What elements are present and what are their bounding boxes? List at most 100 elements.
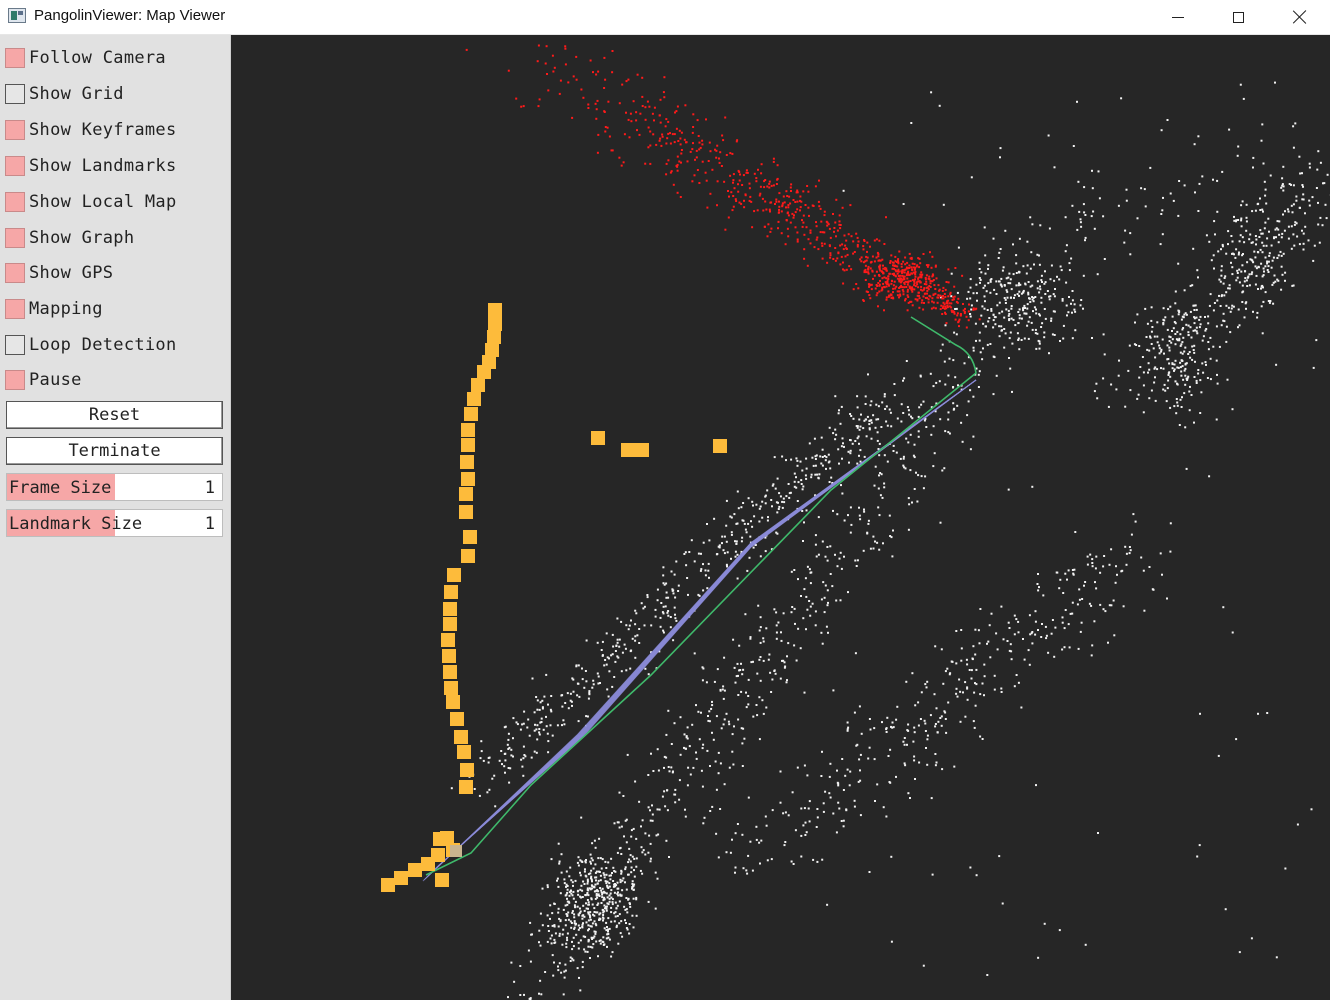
local-map-point (676, 169, 679, 172)
landmark-point (1253, 250, 1256, 253)
landmark-point (1169, 305, 1172, 308)
checkbox-show-grid[interactable]: Show Grid (5, 82, 124, 106)
landmark-point (804, 577, 807, 580)
landmark-point (595, 876, 598, 879)
minimize-button[interactable] (1148, 0, 1208, 34)
local-map-point (911, 262, 914, 265)
checkbox-mapping[interactable]: Mapping (5, 297, 103, 321)
checkbox-loop-detection[interactable]: Loop Detection (5, 333, 177, 357)
landmark-point (965, 658, 968, 661)
landmark-point (591, 880, 593, 883)
landmark-point (814, 458, 817, 460)
landmark-point (488, 788, 491, 791)
landmark-point (806, 608, 809, 611)
landmark-point (563, 976, 566, 979)
landmark-point (1220, 269, 1223, 272)
landmark-point (1321, 224, 1324, 227)
landmark-point (553, 925, 556, 928)
terminate-button[interactable]: Terminate (6, 437, 223, 465)
checkbox-box[interactable] (5, 370, 25, 390)
checkbox-show-local-map[interactable]: Show Local Map (5, 190, 177, 214)
landmark-point (647, 806, 650, 809)
reset-button[interactable]: Reset (6, 401, 223, 429)
landmark-point (545, 715, 547, 718)
checkbox-follow-camera[interactable]: Follow Camera (5, 46, 166, 70)
local-map-point (725, 154, 728, 156)
checkbox-box[interactable] (5, 263, 25, 283)
landmark-point (655, 834, 658, 837)
landmark-point (706, 523, 708, 525)
local-map-point (766, 235, 769, 238)
landmark-point (1009, 643, 1012, 646)
maximize-button[interactable] (1208, 0, 1268, 34)
landmark-point (615, 907, 618, 910)
checkbox-box[interactable] (5, 299, 25, 319)
checkbox-show-landmarks[interactable]: Show Landmarks (5, 154, 177, 178)
close-button[interactable] (1270, 0, 1330, 34)
landmark-point (1225, 325, 1228, 328)
title-bar: PangolinViewer: Map Viewer (0, 0, 1330, 35)
landmark-point (1181, 352, 1184, 355)
checkbox-show-graph[interactable]: Show Graph (5, 226, 134, 250)
landmark-point (664, 605, 667, 608)
checkbox-box[interactable] (5, 84, 25, 104)
landmark-point (1192, 247, 1195, 250)
landmark-point (1067, 569, 1070, 572)
landmark-point (893, 383, 896, 385)
local-map-point (732, 205, 735, 208)
landmark-point (1292, 125, 1295, 128)
landmark-point (835, 599, 838, 602)
checkbox-show-keyframes[interactable]: Show Keyframes (5, 118, 177, 142)
landmark-point (1091, 562, 1094, 564)
landmark-point (620, 872, 623, 875)
landmark-point (902, 740, 905, 743)
checkbox-show-gps[interactable]: Show GPS (5, 261, 113, 285)
local-map-point (587, 103, 590, 106)
landmark-size-slider[interactable]: Landmark Size 1 (6, 509, 223, 537)
local-map-point (721, 134, 724, 137)
landmark-point (1018, 271, 1021, 274)
landmark-point (786, 679, 788, 682)
checkbox-pause[interactable]: Pause (5, 368, 82, 392)
local-map-point (870, 260, 873, 263)
landmark-point (634, 609, 637, 612)
checkbox-box[interactable] (5, 156, 25, 176)
checkbox-box[interactable] (5, 192, 25, 212)
local-map-point (904, 263, 907, 266)
landmark-point (624, 647, 627, 650)
landmark-point (1225, 252, 1228, 255)
local-map-point (604, 126, 607, 128)
local-map-point (821, 257, 824, 260)
landmark-point (1054, 288, 1056, 290)
landmark-point (998, 335, 1001, 338)
local-map-point (897, 258, 900, 261)
landmark-point (1193, 344, 1196, 347)
landmark-point (1156, 335, 1159, 338)
landmark-point (941, 469, 944, 472)
landmark-point (570, 700, 573, 703)
frame-size-slider[interactable]: Frame Size 1 (6, 473, 223, 501)
map-viewport[interactable] (231, 35, 1330, 1000)
landmark-point (959, 690, 962, 693)
local-map-point (649, 162, 652, 165)
landmark-point (1171, 362, 1174, 365)
landmark-point (837, 448, 840, 451)
landmark-point (500, 750, 503, 752)
checkbox-box[interactable] (5, 228, 25, 248)
landmark-point (1083, 186, 1086, 189)
landmark-point (733, 725, 735, 728)
checkbox-box[interactable] (5, 120, 25, 140)
landmark-point (487, 761, 490, 764)
landmark-point (1026, 240, 1029, 243)
checkbox-box[interactable] (5, 48, 25, 68)
landmark-point (1298, 155, 1301, 158)
landmark-point (1264, 221, 1267, 224)
landmark-point (975, 668, 978, 671)
landmark-point (1006, 640, 1009, 642)
local-map-point (860, 260, 863, 263)
landmark-point (625, 908, 628, 911)
checkbox-box[interactable] (5, 335, 25, 355)
landmark-point (1147, 362, 1150, 365)
landmark-point (630, 871, 633, 874)
map-canvas[interactable] (231, 35, 1330, 1000)
